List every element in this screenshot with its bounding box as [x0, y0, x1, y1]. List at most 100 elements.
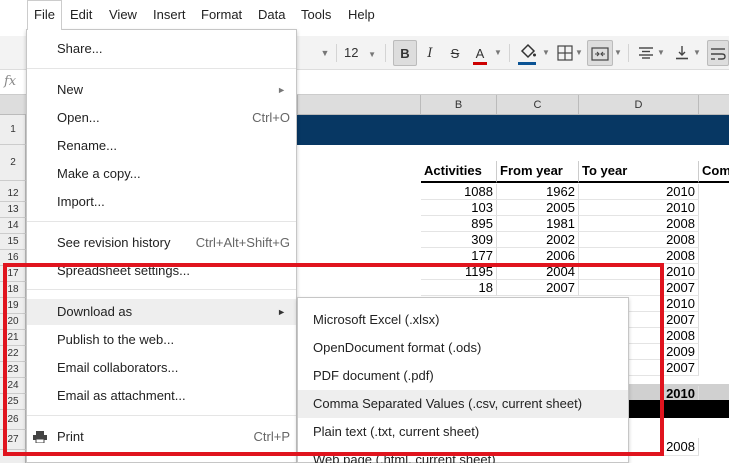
menu-tools[interactable]: Tools — [295, 0, 337, 30]
row-number[interactable]: 19 — [0, 298, 26, 314]
toolbar-divider — [509, 44, 510, 62]
column-header-e[interactable] — [699, 95, 729, 115]
menu-item-rename[interactable]: Rename... — [27, 133, 296, 159]
header-to-year[interactable]: To year — [579, 161, 699, 183]
cell-to-year[interactable]: 2008 — [579, 216, 699, 232]
row-number[interactable]: 17 — [0, 266, 26, 282]
menu-item-revision-history[interactable]: See revision history Ctrl+Alt+Shift+G — [27, 230, 296, 256]
menu-item-label: Email as attachment... — [57, 388, 186, 403]
menu-item-label: Rename... — [57, 138, 117, 153]
row-number[interactable]: 14 — [0, 218, 26, 234]
merge-cells-button[interactable] — [587, 40, 613, 66]
menu-edit[interactable]: Edit — [64, 0, 98, 30]
row-number[interactable]: 18 — [0, 282, 26, 298]
chevron-down-icon[interactable]: ▼ — [492, 40, 504, 66]
cell-from-year[interactable]: 2004 — [497, 264, 579, 280]
row-number[interactable]: 24 — [0, 378, 26, 394]
menu-item-label: Print — [57, 429, 84, 444]
column-header-a[interactable] — [297, 95, 421, 115]
download-option-html[interactable]: Web page (.html, current sheet) — [298, 446, 628, 463]
cell-activities[interactable]: 895 — [421, 216, 497, 232]
download-option-xlsx[interactable]: Microsoft Excel (.xlsx) — [298, 306, 628, 334]
menu-item-import[interactable]: Import... — [27, 189, 296, 215]
menu-data[interactable]: Data — [252, 0, 291, 30]
row-number[interactable]: 22 — [0, 346, 26, 362]
menu-help[interactable]: Help — [342, 0, 381, 30]
menu-format[interactable]: Format — [195, 0, 248, 30]
menu-divider — [27, 289, 296, 290]
column-header-b[interactable]: B — [421, 95, 497, 115]
chevron-down-icon: ▼ — [368, 50, 377, 59]
wrap-text-button[interactable] — [707, 40, 729, 66]
cell-to-year[interactable]: 2007 — [579, 280, 699, 296]
menu-item-new[interactable]: New ► — [27, 77, 296, 103]
download-option-csv[interactable]: Comma Separated Values (.csv, current sh… — [298, 390, 628, 418]
menu-divider — [27, 415, 296, 416]
vertical-align-button[interactable] — [672, 40, 692, 66]
row-header-bar: 1 2 12 13 14 15 16 17 18 19 20 21 22 23 … — [0, 115, 26, 463]
chevron-down-icon[interactable]: ▼ — [540, 40, 552, 66]
menu-view[interactable]: View — [103, 0, 143, 30]
menu-item-email-attachment[interactable]: Email as attachment... — [27, 383, 296, 409]
cell-from-year[interactable]: 2005 — [497, 200, 579, 216]
cell-activities[interactable]: 1195 — [421, 264, 497, 280]
row-number[interactable]: 26 — [0, 410, 26, 430]
chevron-down-icon[interactable]: ▼ — [656, 40, 666, 66]
menu-item-print[interactable]: Print Ctrl+P — [27, 424, 296, 450]
row-number[interactable]: 20 — [0, 314, 26, 330]
row-number[interactable]: 25 — [0, 394, 26, 410]
download-option-txt[interactable]: Plain text (.txt, current sheet) — [298, 418, 628, 446]
cell-to-year[interactable]: 2010 — [579, 200, 699, 216]
menu-insert[interactable]: Insert — [147, 0, 192, 30]
header-activities[interactable]: Activities — [421, 161, 497, 183]
menu-item-share[interactable]: Share... — [27, 36, 296, 62]
header-from-year[interactable]: From year — [497, 161, 579, 183]
download-option-pdf[interactable]: PDF document (.pdf) — [298, 362, 628, 390]
row-number[interactable]: 16 — [0, 250, 26, 266]
cell-to-year[interactable]: 2010 — [579, 264, 699, 280]
cell-from-year[interactable]: 1962 — [497, 184, 579, 200]
header-comments[interactable]: Com — [699, 161, 729, 183]
cell-from-year[interactable]: 2007 — [497, 280, 579, 296]
chevron-down-icon[interactable]: ▼ — [692, 40, 702, 66]
borders-button[interactable] — [555, 40, 575, 66]
cell-to-year[interactable]: 2008 — [579, 232, 699, 248]
font-dropdown-arrow-icon[interactable]: ▼ — [318, 40, 332, 66]
cell-to-year[interactable]: 2010 — [579, 184, 699, 200]
font-size-select[interactable]: 12 ▼ — [341, 40, 379, 66]
column-header-d[interactable]: D — [579, 95, 699, 115]
row-number[interactable]: 2 — [0, 145, 26, 181]
cell-activities[interactable]: 18 — [421, 280, 497, 296]
download-option-ods[interactable]: OpenDocument format (.ods) — [298, 334, 628, 362]
italic-button[interactable]: I — [419, 40, 441, 66]
menu-item-make-copy[interactable]: Make a copy... — [27, 161, 296, 187]
row-number[interactable]: 15 — [0, 234, 26, 250]
row-number[interactable]: 13 — [0, 202, 26, 218]
cell-from-year[interactable]: 1981 — [497, 216, 579, 232]
cell-activities[interactable]: 1088 — [421, 184, 497, 200]
strikethrough-button[interactable]: S — [444, 40, 466, 66]
menu-item-download-as[interactable]: Download as ► — [27, 299, 296, 325]
menu-item-label: Share... — [57, 41, 103, 56]
menu-file[interactable]: File — [27, 0, 62, 30]
row-number[interactable]: 12 — [0, 186, 26, 202]
menu-item-email-collaborators[interactable]: Email collaborators... — [27, 355, 296, 381]
bold-button[interactable]: B — [393, 40, 417, 66]
cell-activities[interactable]: 103 — [421, 200, 497, 216]
menu-item-publish[interactable]: Publish to the web... — [27, 327, 296, 353]
column-header-c[interactable]: C — [497, 95, 579, 115]
cell-activities[interactable]: 309 — [421, 232, 497, 248]
row-number[interactable]: 27 — [0, 430, 26, 450]
row-number[interactable]: 1 — [0, 115, 26, 145]
row-number[interactable]: 21 — [0, 330, 26, 346]
cell-activities[interactable]: 177 — [421, 248, 497, 264]
menu-item-open[interactable]: Open... Ctrl+O — [27, 105, 296, 131]
chevron-down-icon[interactable]: ▼ — [574, 40, 584, 66]
horizontal-align-button[interactable] — [636, 40, 656, 66]
menu-item-spreadsheet-settings[interactable]: Spreadsheet settings... — [27, 258, 296, 284]
cell-from-year[interactable]: 2002 — [497, 232, 579, 248]
cell-to-year[interactable]: 2008 — [579, 248, 699, 264]
row-number[interactable]: 23 — [0, 362, 26, 378]
chevron-down-icon[interactable]: ▼ — [613, 40, 623, 66]
cell-from-year[interactable]: 2006 — [497, 248, 579, 264]
